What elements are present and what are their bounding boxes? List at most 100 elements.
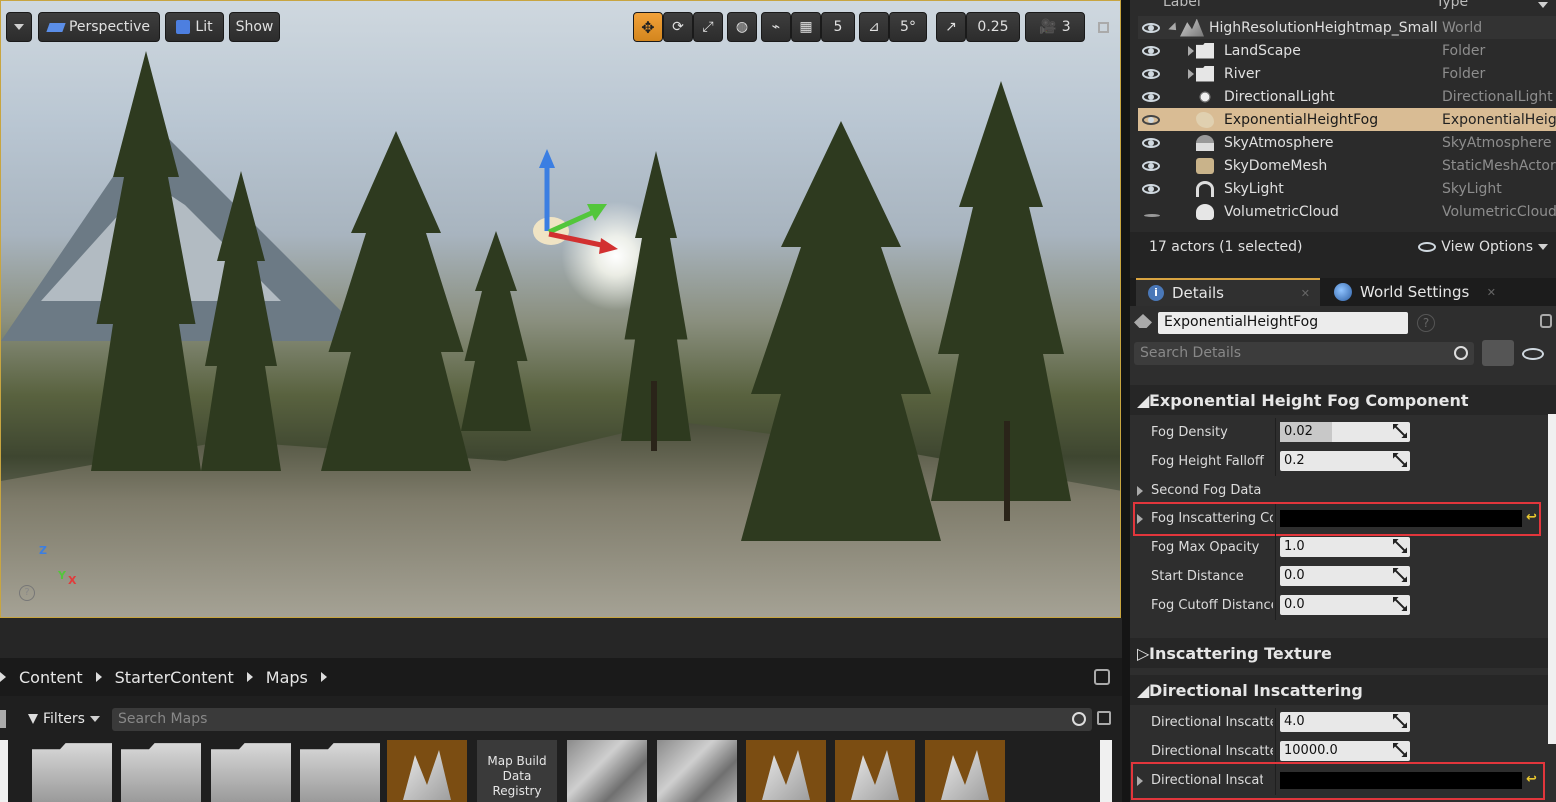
heightmap-texture-tile[interactable]	[657, 740, 737, 802]
type-column-header[interactable]: Type	[1436, 0, 1468, 10]
map-asset-tile[interactable]	[387, 740, 467, 802]
property-matrix-button[interactable]	[1482, 340, 1514, 366]
camera-speed-button[interactable]: 🎥 3	[1025, 12, 1085, 42]
breadcrumb-arrow-icon[interactable]	[320, 672, 327, 682]
search-details-input[interactable]: Search Details	[1134, 342, 1474, 365]
chevron-down-icon[interactable]	[1538, 2, 1548, 8]
lock-icon[interactable]	[1094, 669, 1110, 685]
drag-handle-icon[interactable]	[1393, 453, 1407, 467]
scale-snap-toggle[interactable]: ↗	[936, 12, 966, 42]
visibility-eye-icon[interactable]	[1142, 114, 1160, 125]
perspective-button[interactable]: Perspective	[38, 12, 160, 42]
coordinate-system-button[interactable]: ◍	[727, 12, 757, 42]
category-inscattering-texture[interactable]: ▷ Inscattering Texture	[1130, 638, 1556, 668]
close-icon[interactable]: ✕	[1301, 287, 1310, 300]
folder-tile[interactable]	[32, 743, 112, 802]
drag-handle-icon[interactable]	[1393, 568, 1407, 582]
view-options-button[interactable]: View Options	[1418, 239, 1548, 255]
folder-tile[interactable]	[300, 743, 380, 802]
rotate-mode-button[interactable]: ⟳	[663, 12, 693, 42]
heightmap-texture-tile[interactable]	[567, 740, 647, 802]
outliner-row-volumetriccloud[interactable]: VolumetricCloud VolumetricCloud	[1138, 200, 1556, 223]
expand-arrow-icon[interactable]	[1137, 486, 1143, 496]
translate-mode-button[interactable]: ✥	[633, 12, 663, 42]
visibility-eye-icon[interactable]	[1142, 45, 1160, 56]
level-viewport[interactable]: Perspective Lit Show ✥ ⟳ ⤢ ◍ ⌁ ▦ 5 ⊿ 5° …	[0, 0, 1121, 618]
help-icon[interactable]: ?	[1417, 314, 1435, 332]
content-scrollbar[interactable]	[1100, 740, 1112, 802]
visibility-eye-icon[interactable]	[1142, 183, 1160, 194]
visibility-eye-icon[interactable]	[1142, 91, 1160, 102]
map-asset-tile[interactable]	[746, 740, 826, 802]
close-icon[interactable]: ✕	[1487, 286, 1496, 299]
visibility-eye-icon[interactable]	[1142, 160, 1160, 171]
scale-mode-button[interactable]: ⤢	[693, 12, 723, 42]
outliner-row-exponentialheightfog[interactable]: ExponentialHeightFog ExponentialHeig	[1138, 108, 1556, 131]
outliner-row-landscape[interactable]: LandScape Folder	[1138, 39, 1556, 62]
help-icon[interactable]: ?	[19, 585, 35, 601]
drag-handle-icon[interactable]	[1393, 714, 1407, 728]
grid-snap-toggle[interactable]: ▦	[791, 12, 821, 42]
breadcrumb-arrow-icon[interactable]	[95, 672, 102, 682]
label-column-header[interactable]: Label	[1163, 0, 1201, 10]
folder-tile[interactable]	[211, 743, 291, 802]
tab-world-settings[interactable]: World Settings ✕	[1322, 278, 1506, 306]
expand-arrow-icon[interactable]	[1188, 68, 1194, 79]
expand-arrow-icon[interactable]	[1168, 21, 1180, 34]
outliner-row-skylight[interactable]: SkyLight SkyLight	[1138, 177, 1556, 200]
drag-handle-icon[interactable]	[1393, 424, 1407, 438]
outliner-row-skyatmosphere[interactable]: SkyAtmosphere SkyAtmosphere	[1138, 131, 1556, 154]
visibility-eye-icon[interactable]	[1142, 137, 1160, 148]
outliner-row-world[interactable]: HighResolutionHeightmap_Small World	[1138, 16, 1556, 39]
map-asset-tile[interactable]	[835, 740, 915, 802]
folder-tile[interactable]	[121, 743, 201, 802]
surface-snap-button[interactable]: ⌁	[761, 12, 791, 42]
fog-height-falloff-spinbox[interactable]: 0.2	[1280, 451, 1410, 471]
scale-snap-value[interactable]: 0.25	[966, 12, 1020, 42]
rotation-snap-toggle[interactable]: ⊿	[859, 12, 889, 42]
category-directional-inscattering[interactable]: ◢ Directional Inscattering	[1130, 675, 1556, 705]
visibility-filter-icon[interactable]	[1522, 348, 1544, 360]
show-button[interactable]: Show	[229, 12, 280, 42]
fog-cutoff-distance-spinbox[interactable]: 0.0	[1280, 595, 1410, 615]
viewport-menu-button[interactable]	[6, 12, 32, 42]
visibility-eye-icon[interactable]	[1142, 68, 1160, 79]
drag-handle-icon[interactable]	[1393, 539, 1407, 553]
breadcrumb-content[interactable]: Content	[10, 668, 92, 687]
fog-max-opacity-spinbox[interactable]: 1.0	[1280, 537, 1410, 557]
visibility-eye-icon[interactable]	[1142, 22, 1160, 33]
details-scrollbar[interactable]	[1548, 414, 1556, 744]
breadcrumb-startercontent[interactable]: StarterContent	[106, 668, 243, 687]
start-distance-spinbox[interactable]: 0.0	[1280, 566, 1410, 586]
sources-scrollbar[interactable]	[0, 740, 8, 802]
view-mode-button[interactable]: Lit	[165, 12, 224, 42]
fog-density-spinbox[interactable]: 0.02	[1280, 422, 1410, 442]
actor-name-field[interactable]: ExponentialHeightFog	[1158, 312, 1408, 334]
map-build-data-tile[interactable]: Map Build Data Registry	[477, 740, 557, 802]
save-search-icon[interactable]	[1097, 711, 1111, 725]
outliner-row-directionallight[interactable]: DirectionalLight DirectionalLight	[1138, 85, 1556, 108]
search-maps-input[interactable]: Search Maps	[112, 708, 1092, 731]
map-asset-tile[interactable]	[925, 740, 1005, 802]
breadcrumb-arrow-icon[interactable]	[246, 672, 253, 682]
outliner-row-skydomemesh[interactable]: SkyDomeMesh StaticMeshActor	[1138, 154, 1556, 177]
directional-exponent-spinbox[interactable]: 4.0	[1280, 712, 1410, 732]
visibility-eye-icon[interactable]	[1144, 214, 1160, 217]
drag-handle-icon[interactable]	[1393, 743, 1407, 757]
maximize-icon[interactable]	[1098, 22, 1109, 33]
grid-snap-value[interactable]: 5	[821, 12, 855, 42]
rotation-snap-value[interactable]: 5°	[889, 12, 927, 42]
sources-toggle-icon[interactable]	[0, 710, 6, 728]
category-exponential-height-fog[interactable]: ◢ Exponential Height Fog Component	[1130, 385, 1556, 415]
directional-start-distance-spinbox[interactable]: 10000.0	[1280, 741, 1410, 761]
expand-arrow-icon[interactable]	[1188, 45, 1194, 56]
lock-icon[interactable]	[1540, 314, 1552, 328]
breadcrumb-maps[interactable]: Maps	[257, 668, 317, 687]
outliner-row-river[interactable]: River Folder	[1138, 62, 1556, 85]
drag-handle-icon[interactable]	[1393, 597, 1407, 611]
property-second-fog-data[interactable]: Second Fog Data	[1130, 476, 1556, 505]
filters-button[interactable]: Filters	[28, 711, 100, 727]
tab-details[interactable]: i Details ✕	[1136, 278, 1320, 306]
transform-gizmo[interactable]	[521, 146, 621, 261]
breadcrumb-arrow-icon[interactable]	[0, 672, 6, 682]
